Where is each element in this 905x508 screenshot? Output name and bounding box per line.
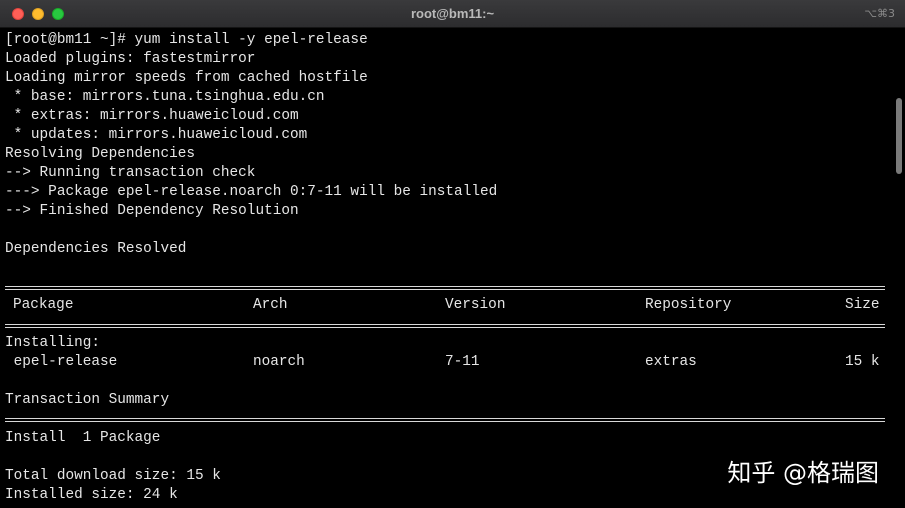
table-cell-repository: extras <box>645 354 697 370</box>
output-line: Resolving Dependencies <box>5 146 195 162</box>
table-rule <box>5 418 885 422</box>
output-line: Loaded plugins: fastestmirror <box>5 51 256 67</box>
table-cell-package: epel-release <box>5 354 118 370</box>
terminal-output[interactable]: [root@bm11 ~]# yum install -y epel-relea… <box>0 28 893 508</box>
output-line: * base: mirrors.tuna.tsinghua.edu.cn <box>5 89 325 105</box>
table-header-arch: Arch <box>253 297 288 313</box>
terminal-window: root@bm11:~ ⌥⌘3 [root@bm11 ~]# yum insta… <box>0 0 905 508</box>
table-header-size: Size <box>845 297 880 313</box>
title-bar: root@bm11:~ ⌥⌘3 <box>0 0 905 28</box>
table-section-label: Installing: <box>5 335 100 351</box>
table-rule <box>5 286 885 290</box>
summary-title: Transaction Summary <box>5 392 170 408</box>
table-header-package: Package <box>13 297 74 313</box>
table-cell-arch: noarch <box>253 354 305 370</box>
output-line: Loading mirror speeds from cached hostfi… <box>5 70 368 86</box>
output-line: Dependencies Resolved <box>5 241 187 257</box>
summary-install: Install 1 Package <box>5 430 161 446</box>
watermark: 知乎 @格瑞图 <box>727 459 879 487</box>
output-line: --> Finished Dependency Resolution <box>5 203 299 219</box>
output-line: ---> Package epel-release.noarch 0:7-11 … <box>5 184 498 200</box>
summary-installed-size: Installed size: 24 k <box>5 487 178 503</box>
output-line: * extras: mirrors.huaweicloud.com <box>5 108 299 124</box>
vertical-scrollbar[interactable] <box>893 28 905 508</box>
table-cell-version: 7-11 <box>445 354 480 370</box>
summary-download-size: Total download size: 15 k <box>5 468 221 484</box>
command-line: [root@bm11 ~]# yum install -y epel-relea… <box>5 32 368 48</box>
output-line: --> Running transaction check <box>5 165 256 181</box>
table-rule <box>5 324 885 328</box>
window-title: root@bm11:~ <box>410 6 495 21</box>
output-line: * updates: mirrors.huaweicloud.com <box>5 127 308 143</box>
table-header-repository: Repository <box>645 297 732 313</box>
table-header-version: Version <box>445 297 506 313</box>
window-shortcut-label: ⌥⌘3 <box>864 7 895 20</box>
table-cell-size: 15 k <box>845 354 880 370</box>
scrollbar-thumb[interactable] <box>896 98 902 174</box>
